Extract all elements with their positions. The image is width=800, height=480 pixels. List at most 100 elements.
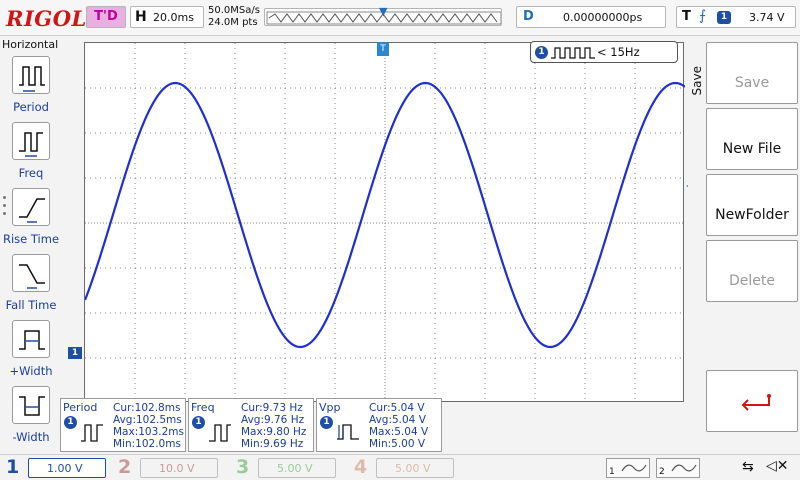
trigger-level: 3.74 V [749,11,785,24]
trigger-position-marker[interactable]: T [377,42,389,56]
delay-value: 0.00000000ps [563,11,643,24]
measurement-period[interactable]: Period 1 Cur:102.8ms Avg:102.5ms Max:103… [60,398,186,452]
channel-scale: 10.0 V [140,458,218,478]
measurement-max: Max:5.04 V [369,426,429,438]
channel-number: 2 [118,456,132,478]
timebase-key: H [135,9,147,25]
timebase-value: 20.0ms [153,11,194,24]
measurement-name: Period [63,401,98,414]
freq-icon [12,122,50,160]
new-file-button[interactable]: New File [706,108,798,170]
memory-depth: 24.0M pts [208,17,258,28]
channel-scale: 1.00 V [28,458,106,478]
frequency-counter-indicator: 1 < 15Hz [530,41,678,63]
measurement-values: Cur:102.8ms Avg:102.5ms Max:103.2ms Min:… [113,402,184,450]
measure-rise-time-button[interactable]: Rise Time [0,186,62,250]
measure-fall-time-button[interactable]: Fall Time [0,252,62,316]
timebase-box[interactable]: H 20.0ms [130,6,204,28]
math-2-label: 2 [659,467,665,477]
channel-scale: 5.00 V [376,458,454,478]
square-wave-icon [551,47,595,59]
delay-box[interactable]: D 0.00000000ps [516,6,666,28]
negative-width-icon [12,386,50,424]
enter-button[interactable] [706,370,798,432]
measurement-max: Max:103.2ms [113,426,185,438]
measurement-values: Cur:9.73 Hz Avg:9.76 Hz Max:9.80 Hz Min:… [241,402,306,450]
measurement-name: Freq [191,401,215,414]
measurement-avg: Avg:5.04 V [369,414,426,426]
math-2-button[interactable]: 2 [656,458,700,478]
waveform-canvas [85,43,685,403]
measurement-avg: Avg:102.5ms [113,414,182,426]
save-menu-title: Save [690,66,704,96]
save-button-label: Save [734,75,770,91]
positive-width-label: +Width [9,364,53,378]
measurement-freq[interactable]: Freq 1 Cur:9.73 Hz Avg:9.76 Hz Max:9.80 … [188,398,314,452]
menu-title: Horizontal [2,38,59,51]
delete-button[interactable]: Delete [706,240,798,302]
waveform-display[interactable] [84,42,685,403]
channel-number: 1 [6,456,20,478]
counter-value: < 15Hz [597,45,640,59]
math-wave-icon [671,464,697,472]
channel-1-offset-marker[interactable]: 1 [68,347,82,359]
counter-channel-badge: 1 [535,46,548,59]
top-status-bar: RIGOL T'D H 20.0ms 50.0MSa/s 24.0M pts ▼… [0,0,800,36]
trigger-box[interactable]: T ⨍ 1 3.74 V [676,6,796,28]
measurement-min: Min:5.00 V [369,438,426,450]
rigol-logo: RIGOL [6,6,87,31]
new-folder-label: NewFolder [715,207,789,223]
vpp-icon [337,424,359,440]
period-label: Period [13,100,49,114]
measure-period-button[interactable]: Period [0,54,62,118]
channel-status-bar: 1 1.00 V 2 10.0 V 3 5.00 V 4 5.00 V 1 2 … [0,454,800,480]
save-menu: Save Save New File NewFolder Delete [688,36,800,454]
new-file-label: New File [722,141,782,157]
save-button[interactable]: Save [706,42,798,104]
trigger-source-badge: 1 [717,11,731,24]
measurement-max: Max:9.80 Hz [241,426,307,438]
rising-edge-icon: ⨍ [699,8,707,24]
center-axes [85,43,685,403]
negative-width-label: -Width [12,430,50,444]
measurement-channel-badge: 1 [64,416,77,429]
period-icon [12,56,50,94]
measurement-avg: Avg:9.76 Hz [241,414,305,426]
measure-positive-width-button[interactable]: +Width [0,318,62,382]
measurement-name: Vpp [319,401,341,414]
measurement-cur: Cur:102.8ms [113,402,181,414]
trigger-key: T [682,9,691,24]
measure-freq-button[interactable]: Freq [0,120,62,184]
horizontal-measure-menu: Horizontal Period Freq Rise Time Fall Ti… [0,36,62,454]
rise-time-icon [12,188,50,226]
enter-arrow-icon [741,394,771,411]
math-1-button[interactable]: 1 [606,458,650,478]
measurement-cur: Cur:5.04 V [369,402,425,414]
measure-negative-width-button[interactable]: -Width [0,384,62,448]
freq-icon [209,424,231,442]
new-folder-button[interactable]: NewFolder [706,174,798,236]
fall-time-icon [12,254,50,292]
period-icon [81,424,103,442]
math-wave-icon [621,464,647,472]
measurement-values: Cur:5.04 V Avg:5.04 V Max:5.04 V Min:5.0… [369,402,428,450]
measurement-cur: Cur:9.73 Hz [241,402,303,414]
channel-scale: 5.00 V [258,458,336,478]
positive-width-icon [12,320,50,358]
measurement-vpp[interactable]: Vpp 1 Cur:5.04 V Avg:5.04 V Max:5.04 V M… [316,398,442,452]
run-status-badge[interactable]: T'D [86,6,126,28]
rise-time-label: Rise Time [2,232,60,246]
acquisition-info: 50.0MSa/s 24.0M pts [208,5,260,29]
math-1-label: 1 [609,467,615,477]
sample-rate: 50.0MSa/s [208,5,260,16]
measurement-min: Min:102.0ms [113,438,181,450]
measurement-min: Min:9.69 Hz [241,438,304,450]
measurement-channel-badge: 1 [320,416,333,429]
delay-key: D [523,9,534,24]
fall-time-label: Fall Time [5,298,57,312]
delete-label: Delete [729,273,775,289]
channel-number: 3 [236,456,250,478]
speaker-muted-icon[interactable]: ◁✕ [766,458,789,474]
freq-label: Freq [18,166,44,180]
trigger-position-icon: ▼ [379,5,388,18]
